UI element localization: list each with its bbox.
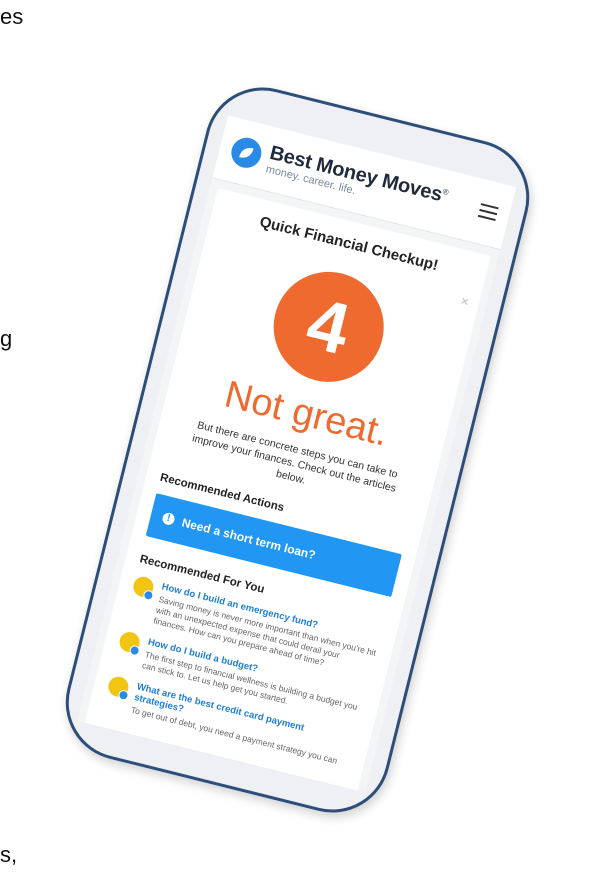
lightbulb-icon (117, 629, 142, 655)
cut-off-text-fragment: s, (0, 842, 18, 867)
lightbulb-icon (131, 574, 156, 599)
score-value: 4 (299, 283, 358, 371)
lightbulb-icon (106, 674, 131, 699)
phone-frame: Best Money Moves® money. career. life. Q… (53, 75, 542, 825)
cut-off-text-fragment: es (0, 4, 24, 29)
menu-icon[interactable] (477, 203, 499, 225)
leaf-logo-icon[interactable] (228, 134, 265, 171)
short-term-loan-label: Need a short term loan? (180, 514, 318, 562)
cut-off-text-fragment: g (0, 326, 13, 351)
close-icon[interactable]: × (459, 292, 471, 310)
registered-mark: ® (441, 186, 450, 197)
score-badge: 4 (261, 260, 395, 394)
checkup-card: Quick Financial Checkup! × 4 Not great. … (76, 187, 491, 793)
phone-screen: Best Money Moves® money. career. life. Q… (76, 115, 517, 793)
info-icon: ! (161, 511, 176, 526)
